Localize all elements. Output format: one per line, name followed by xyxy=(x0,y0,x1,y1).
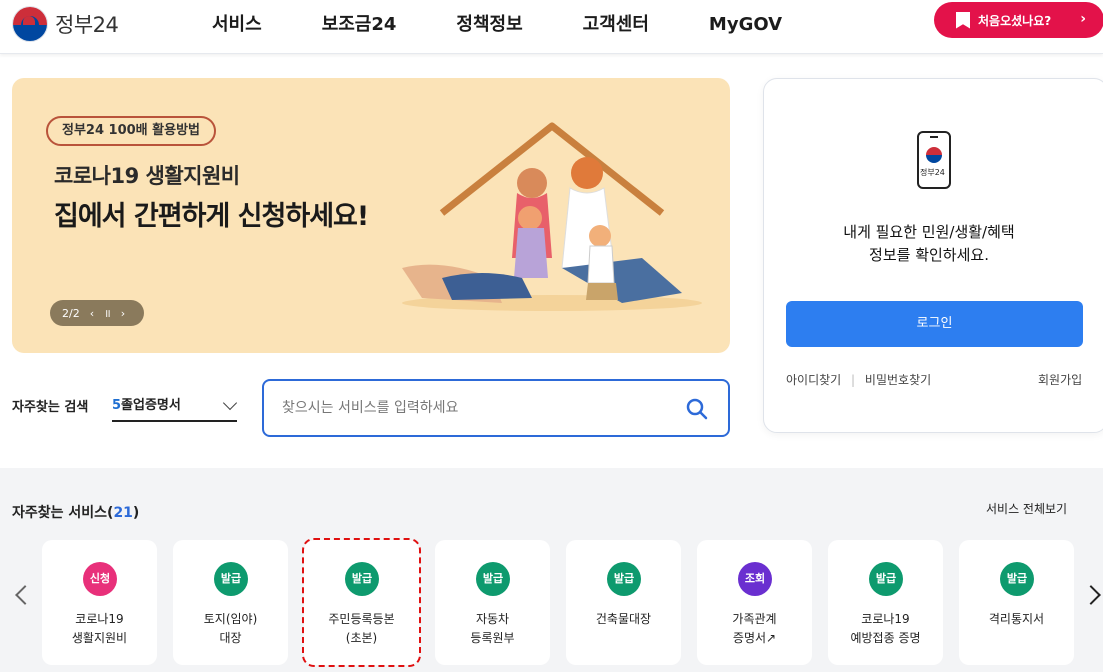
link-separator: | xyxy=(851,373,856,387)
first-visit-button[interactable]: 처음오셨나요? › xyxy=(934,2,1103,38)
mobile-phone-icon: 정부24 xyxy=(917,131,951,189)
service-badge: 신청 xyxy=(83,562,117,596)
login-message-line1: 내게 필요한 민원/생활/혜택 xyxy=(843,223,1015,241)
service-card-land-register[interactable]: 발급 토지(임야) 대장 xyxy=(173,540,288,665)
service-badge: 발급 xyxy=(214,562,248,596)
service-card-quarantine-notice[interactable]: 발급 격리통지서 xyxy=(959,540,1074,665)
banner-next-button[interactable]: › xyxy=(121,307,125,320)
service-label: 가족관계 증명서↗ xyxy=(732,612,777,645)
service-card-family-certificate[interactable]: 조회 가족관계 증명서↗ xyxy=(697,540,812,665)
find-id-link[interactable]: 아이디찾기 xyxy=(786,373,841,387)
service-badge: 발급 xyxy=(476,562,510,596)
signup-link[interactable]: 회원가입 xyxy=(1038,371,1082,388)
login-message: 내게 필요한 민원/생활/혜택 정보를 확인하세요. xyxy=(764,221,1094,267)
taegeuk-logo-icon xyxy=(12,6,48,42)
service-label: 코로나19 예방접종 증명 xyxy=(850,612,921,645)
quick-search-select[interactable]: 5졸업증명서 xyxy=(112,394,238,422)
banner-pager: 2/2 ‹ ॥ › xyxy=(50,300,144,326)
nav-services[interactable]: 서비스 xyxy=(212,12,262,38)
phone-label: 정부24 xyxy=(920,168,945,177)
service-badge: 발급 xyxy=(345,562,379,596)
view-all-services-link[interactable]: 서비스 전체보기 xyxy=(986,500,1067,517)
login-message-line2: 정보를 확인하세요. xyxy=(869,246,989,264)
service-card-resident-registration[interactable]: 발급 주민등록등본 (초본) xyxy=(302,538,421,667)
nav-policy-info[interactable]: 정책정보 xyxy=(456,12,522,38)
service-label: 자동차 등록원부 xyxy=(470,612,515,645)
service-badge: 발급 xyxy=(869,562,903,596)
chevron-right-icon[interactable] xyxy=(1081,585,1101,605)
banner-pause-button[interactable]: ॥ xyxy=(104,306,111,321)
service-label: 주민등록등본 (초본) xyxy=(328,612,395,645)
quick-search-selected: 졸업증명서 xyxy=(121,398,181,413)
banner-title: 집에서 간편하게 신청하세요! xyxy=(54,201,369,232)
banner-page-count: 2/2 xyxy=(62,306,80,320)
nav-subsidy24[interactable]: 보조금24 xyxy=(322,12,397,38)
service-label: 토지(임야) 대장 xyxy=(203,612,258,645)
first-visit-label: 처음오셨나요? xyxy=(978,13,1052,28)
banner-subtitle: 코로나19 생활지원비 xyxy=(54,164,240,188)
service-badge: 발급 xyxy=(1000,562,1034,596)
quick-search-label: 자주찾는 검색 xyxy=(12,400,89,415)
service-badge: 발급 xyxy=(607,562,641,596)
site-logo[interactable]: 정부24 xyxy=(12,6,119,42)
service-card-vaccination-certificate[interactable]: 발급 코로나19 예방접종 증명 xyxy=(828,540,943,665)
chevron-down-icon xyxy=(222,395,238,411)
family-illustration xyxy=(402,122,702,311)
service-badge: 조회 xyxy=(738,562,772,596)
main-banner[interactable]: 정부24 100배 활용방법 코로나19 생활지원비 집에서 간편하게 신청하세… xyxy=(12,78,730,353)
quick-search-rank: 5 xyxy=(112,398,122,413)
service-card-building-register[interactable]: 발급 건축물대장 xyxy=(566,540,681,665)
service-card-covid-support[interactable]: 신청 코로나19 생활지원비 xyxy=(42,540,157,665)
banner-prev-button[interactable]: ‹ xyxy=(90,307,94,320)
nav-customer-center[interactable]: 고객센터 xyxy=(583,12,649,38)
frequent-services-section: 자주찾는 서비스(21) 서비스 전체보기 신청 코로나19 생활지원비 발급 토… xyxy=(0,468,1103,672)
service-card-vehicle-register[interactable]: 발급 자동차 등록원부 xyxy=(435,540,550,665)
logo-text: 정부24 xyxy=(55,13,119,37)
login-links: 아이디찾기 | 비밀번호찾기 xyxy=(786,371,931,388)
bookmark-icon xyxy=(956,11,970,29)
search-input[interactable] xyxy=(282,393,672,423)
chevron-left-icon[interactable] xyxy=(15,585,35,605)
service-label: 코로나19 생활지원비 xyxy=(71,612,128,645)
search-box xyxy=(262,379,730,437)
service-label: 건축물대장 xyxy=(595,612,652,626)
chevron-right-icon: › xyxy=(1080,11,1086,27)
nav-mygov[interactable]: MyGOV xyxy=(709,12,782,38)
login-card: 정부24 내게 필요한 민원/생활/혜택 정보를 확인하세요. 로그인 아이디찾… xyxy=(763,78,1103,433)
service-label: 격리통지서 xyxy=(988,612,1045,626)
main-nav: 서비스 보조금24 정책정보 고객센터 MyGOV xyxy=(212,12,842,38)
search-icon[interactable] xyxy=(686,398,708,420)
login-button[interactable]: 로그인 xyxy=(786,301,1083,347)
services-count: 21 xyxy=(113,505,133,521)
find-password-link[interactable]: 비밀번호찾기 xyxy=(865,373,931,387)
frequent-services-title: 자주찾는 서비스(21) xyxy=(12,505,140,521)
top-header: 정부24 서비스 보조금24 정책정보 고객센터 MyGOV 처음오셨나요? › xyxy=(0,0,1103,54)
banner-tag: 정부24 100배 활용방법 xyxy=(46,116,216,146)
